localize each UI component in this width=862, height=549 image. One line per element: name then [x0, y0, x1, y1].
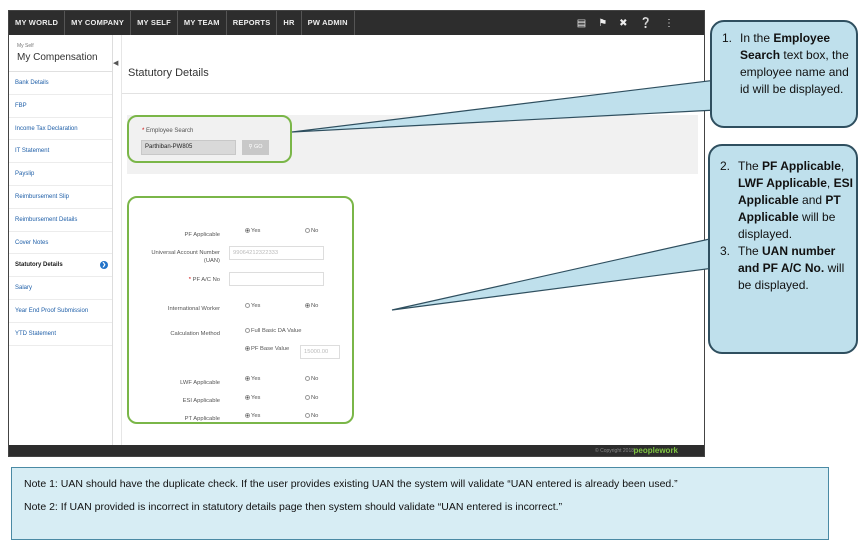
note-1: Note 1: UAN should have the duplicate ch… — [24, 478, 678, 490]
callout-applicable-fields: 2. The PF Applicable, LWF Applicable, ESI… — [708, 144, 858, 354]
callout-2-pointer — [391, 237, 715, 311]
note-2: Note 2: If UAN provided is incorrect in … — [24, 501, 563, 513]
notes-box: Note 1: UAN should have the duplicate ch… — [11, 467, 829, 540]
callout-1-pointer — [291, 79, 717, 133]
callout-employee-search: 1. In the Employee Search text box, the e… — [710, 20, 858, 128]
